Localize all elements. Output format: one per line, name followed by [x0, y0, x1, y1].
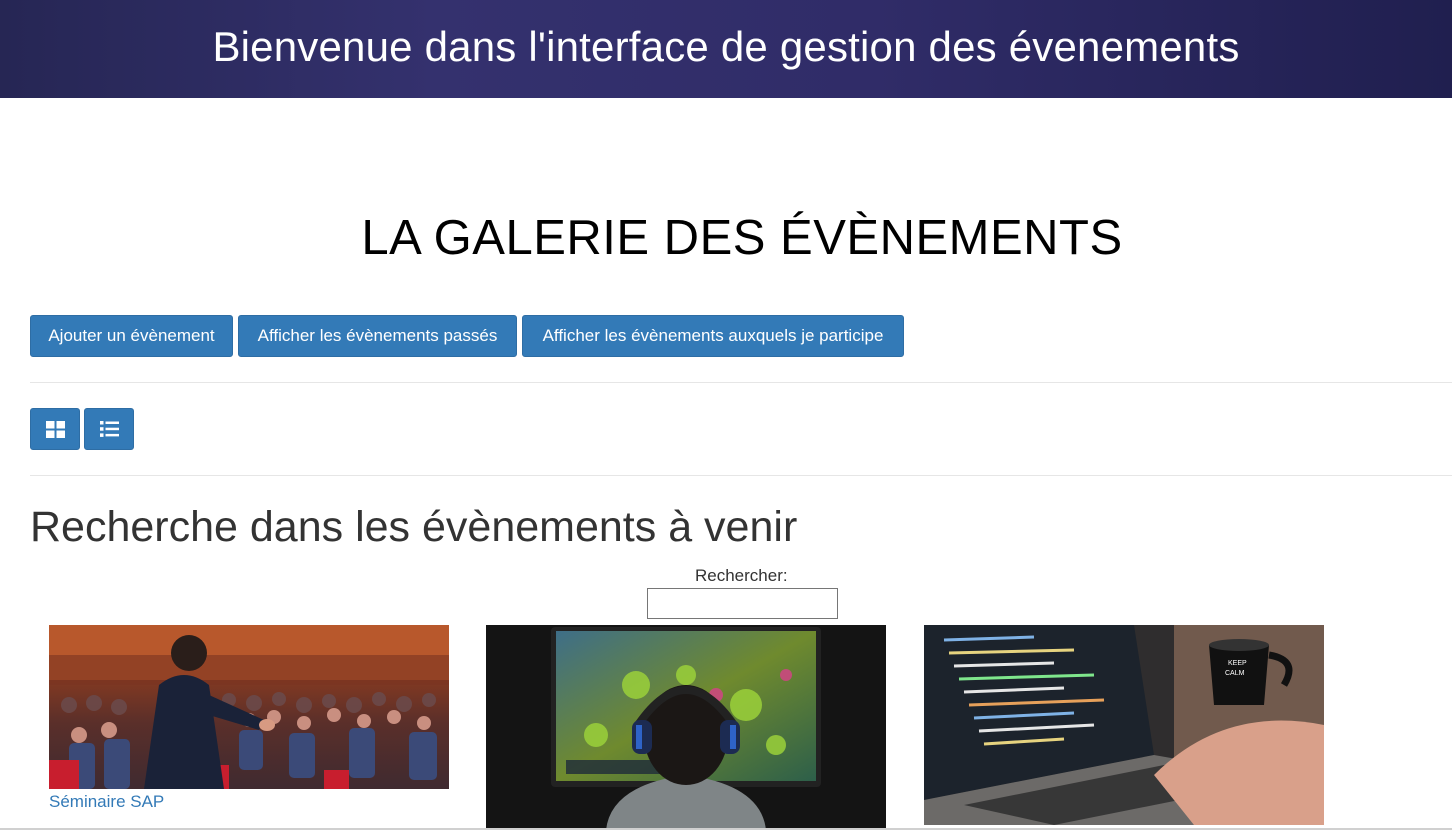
svg-text:KEEP: KEEP — [1228, 660, 1247, 667]
list-icon — [99, 421, 119, 437]
divider — [30, 475, 1452, 476]
svg-text:CALM: CALM — [1225, 670, 1245, 677]
header-banner: Bienvenue dans l'interface de gestion de… — [0, 0, 1452, 98]
gaming-photo — [486, 625, 886, 830]
add-event-button[interactable]: Ajouter un évènement — [30, 315, 233, 357]
show-participating-events-button[interactable]: Afficher les évènements auxquels je part… — [522, 315, 904, 357]
list-view-button[interactable] — [84, 408, 134, 450]
event-image-gaming[interactable] — [486, 625, 886, 830]
conference-photo — [49, 625, 449, 789]
event-title-link[interactable]: Séminaire SAP — [49, 792, 164, 812]
search-section-title: Recherche dans les évènements à venir — [30, 503, 798, 551]
header-title: Bienvenue dans l'interface de gestion de… — [212, 23, 1240, 70]
event-image-conference[interactable] — [49, 625, 449, 789]
divider — [30, 382, 1452, 383]
grid-icon — [45, 420, 65, 438]
coding-laptop-photo: KEEP CALM — [924, 625, 1324, 825]
show-past-events-button[interactable]: Afficher les évènements passés — [238, 315, 517, 357]
search-label: Rechercher: — [695, 566, 788, 585]
event-image-coding[interactable]: KEEP CALM — [924, 625, 1324, 825]
grid-view-button[interactable] — [30, 408, 80, 450]
search-input[interactable] — [647, 588, 838, 619]
page-title: LA GALERIE DES ÉVÈNEMENTS — [361, 211, 1123, 265]
